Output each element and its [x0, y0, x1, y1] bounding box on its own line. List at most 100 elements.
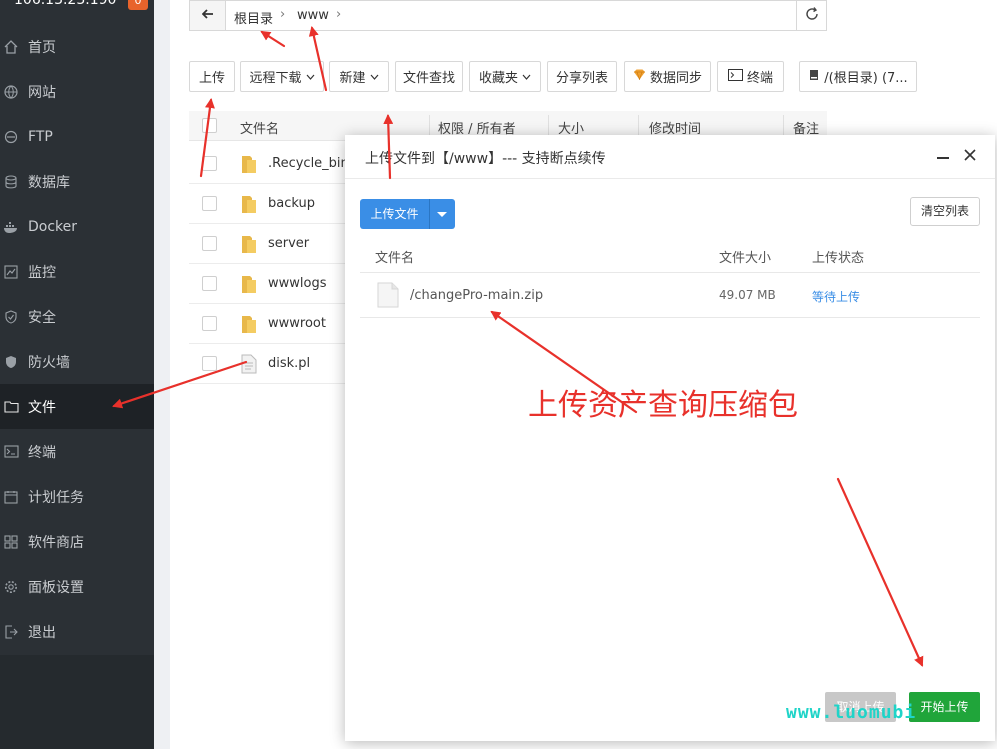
file-name[interactable]: server — [268, 236, 309, 251]
table-row[interactable]: wwwroot — [189, 304, 349, 344]
terminal-button[interactable]: 终端 — [717, 61, 784, 92]
sidebar-item-label: 计划任务 — [28, 489, 84, 506]
minimize-icon[interactable] — [937, 157, 949, 159]
row-checkbox[interactable] — [202, 156, 217, 171]
col-file-size: 文件大小 — [719, 251, 772, 266]
upload-file-size: 49.07 MB — [719, 288, 776, 302]
apps-icon — [2, 533, 20, 551]
sidebar-item-label: 软件商店 — [28, 534, 84, 551]
row-checkbox[interactable] — [202, 356, 217, 371]
col-name[interactable]: 文件名 — [240, 118, 279, 137]
table-row[interactable]: backup — [189, 184, 349, 224]
sidebar-item-files[interactable]: 文件 — [0, 384, 154, 429]
terminal-icon — [2, 443, 20, 461]
logout-icon — [2, 623, 20, 641]
sidebar-item-logout[interactable]: 退出 — [0, 609, 154, 654]
table-row[interactable]: .Recycle_bin — [189, 144, 349, 184]
chevron-right-icon: › — [336, 7, 342, 22]
sidebar-item-label: 监控 — [28, 264, 56, 281]
new-button[interactable]: 新建 — [329, 61, 389, 92]
folder-icon — [241, 194, 257, 214]
sidebar-item-label: 首页 — [28, 39, 56, 56]
select-all-checkbox[interactable] — [202, 118, 217, 133]
col-divider — [638, 115, 639, 137]
upload-file-button[interactable]: 上传文件 — [360, 199, 455, 229]
table-row[interactable]: disk.pl — [189, 344, 349, 384]
sidebar-item-store[interactable]: 软件商店 — [0, 519, 154, 564]
notification-badge[interactable]: 0 — [128, 0, 148, 10]
folder-icon — [241, 274, 257, 294]
upload-dialog: 上传文件到【/www】--- 支持断点续传 上传文件 清空列表 文件名 文件大小… — [345, 135, 995, 741]
chevron-down-icon — [306, 69, 315, 84]
share-list-label: 分享列表 — [555, 71, 608, 86]
docker-icon — [2, 218, 20, 236]
chevron-right-icon: › — [280, 7, 286, 22]
split-divider — [429, 199, 430, 229]
sidebar-item-label: 网站 — [28, 84, 56, 101]
dialog-title: 上传文件到【/www】--- 支持断点续传 — [365, 151, 606, 167]
data-sync-button[interactable]: 数据同步 — [624, 61, 711, 92]
folder-icon — [2, 398, 20, 416]
server-ip: 106.13.23.190 — [14, 0, 117, 8]
sidebar-item-website[interactable]: 网站 — [0, 69, 154, 114]
file-search-button[interactable]: 文件查找 — [395, 61, 463, 92]
table-row[interactable]: wwwlogs — [189, 264, 349, 304]
sidebar-item-terminal[interactable]: 终端 — [0, 429, 154, 474]
share-list-button[interactable]: 分享列表 — [547, 61, 617, 92]
disk-button[interactable]: /(根目录) (7... — [799, 61, 917, 92]
sidebar-item-security[interactable]: 安全 — [0, 294, 154, 339]
calendar-icon — [2, 488, 20, 506]
sidebar-item-home[interactable]: 首页 — [0, 24, 154, 69]
row-checkbox[interactable] — [202, 276, 217, 291]
favorites-button[interactable]: 收藏夹 — [469, 61, 541, 92]
sidebar-item-docker[interactable]: Docker — [0, 204, 154, 249]
diamond-icon — [633, 69, 646, 84]
folder-icon — [241, 154, 257, 174]
refresh-icon — [805, 6, 819, 25]
disk-label: /(根目录) (7... — [824, 71, 908, 86]
upload-file-name: /changePro-main.zip — [410, 288, 544, 303]
folder-icon — [241, 314, 257, 334]
sidebar-item-monitor[interactable]: 监控 — [0, 249, 154, 294]
sidebar-item-ftp[interactable]: FTP — [0, 114, 154, 159]
file-name[interactable]: wwwroot — [268, 316, 326, 331]
sidebar-item-label: 面板设置 — [28, 579, 84, 596]
sidebar-item-cron[interactable]: 计划任务 — [0, 474, 154, 519]
file-name[interactable]: disk.pl — [268, 356, 310, 371]
table-row[interactable]: server — [189, 224, 349, 264]
col-divider — [548, 115, 549, 137]
upload-button-label: 上传 — [198, 71, 225, 86]
chevron-down-icon — [370, 69, 379, 84]
clear-list-button[interactable]: 清空列表 — [910, 197, 980, 226]
remote-download-label: 远程下载 — [249, 71, 302, 86]
breadcrumb-root[interactable]: 根目录 — [234, 8, 273, 27]
sidebar-item-database[interactable]: 数据库 — [0, 159, 154, 204]
sidebar-item-firewall[interactable]: 防火墙 — [0, 339, 154, 384]
row-checkbox[interactable] — [202, 236, 217, 251]
chevron-down-icon — [522, 69, 531, 84]
file-name[interactable]: backup — [268, 196, 315, 211]
file-name[interactable]: wwwlogs — [268, 276, 327, 291]
close-icon[interactable] — [962, 147, 978, 163]
start-upload-button[interactable]: 开始上传 — [909, 692, 980, 722]
row-checkbox[interactable] — [202, 316, 217, 331]
file-name[interactable]: .Recycle_bin — [268, 156, 349, 171]
path-bar[interactable]: 根目录 › www › — [189, 0, 827, 31]
remote-download-button[interactable]: 远程下载 — [240, 61, 324, 92]
back-button[interactable] — [190, 1, 226, 30]
breadcrumb-www[interactable]: www — [297, 8, 329, 23]
upload-button[interactable]: 上传 — [189, 61, 235, 92]
sidebar-item-label: Docker — [28, 218, 78, 235]
new-button-label: 新建 — [339, 71, 366, 86]
ftp-icon — [2, 128, 20, 146]
sidebar-item-label: 终端 — [28, 444, 56, 461]
sidebar-item-label: FTP — [28, 128, 53, 145]
caret-down-icon[interactable] — [437, 212, 447, 217]
data-sync-label: 数据同步 — [649, 71, 702, 86]
upload-list-item: /changePro-main.zip 49.07 MB 等待上传 — [360, 273, 980, 318]
annotation-text: 上传资产查询压缩包 — [528, 388, 798, 423]
refresh-button[interactable] — [796, 1, 826, 30]
row-checkbox[interactable] — [202, 196, 217, 211]
shield-icon — [2, 308, 20, 326]
sidebar-item-settings[interactable]: 面板设置 — [0, 564, 154, 609]
